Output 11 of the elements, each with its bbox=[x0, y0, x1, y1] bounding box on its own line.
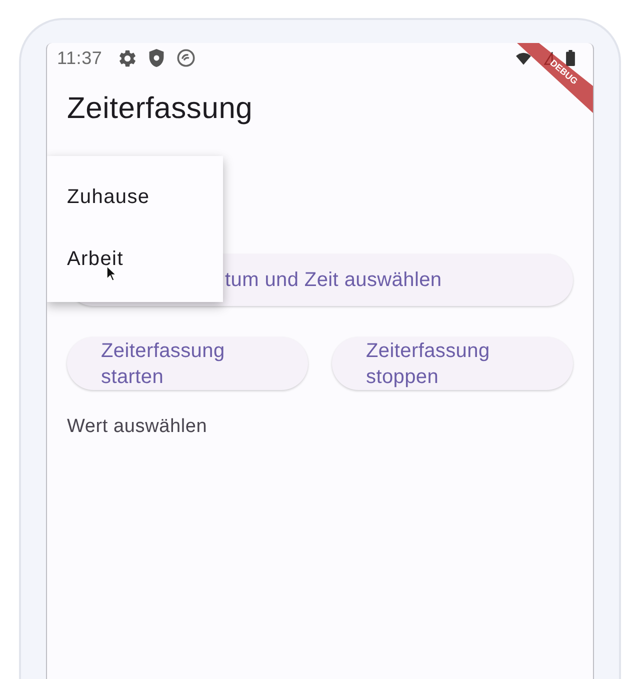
menu-item[interactable]: Zuhause bbox=[47, 166, 223, 228]
app-title: Zeiterfassung bbox=[67, 92, 253, 126]
wifi-icon bbox=[516, 52, 531, 64]
time-tracking-button[interactable]: Zeiterfassung stoppen bbox=[332, 337, 573, 390]
time-tracking-button[interactable]: Zeiterfassung starten bbox=[67, 337, 308, 390]
ring-icon bbox=[177, 49, 196, 67]
status-time: 11:37 bbox=[57, 48, 102, 68]
dropdown-hint[interactable]: Wert auswählen bbox=[67, 415, 208, 439]
shield-icon bbox=[149, 49, 164, 67]
mouse-pointer-icon bbox=[106, 265, 117, 282]
settings-icon bbox=[119, 50, 136, 66]
